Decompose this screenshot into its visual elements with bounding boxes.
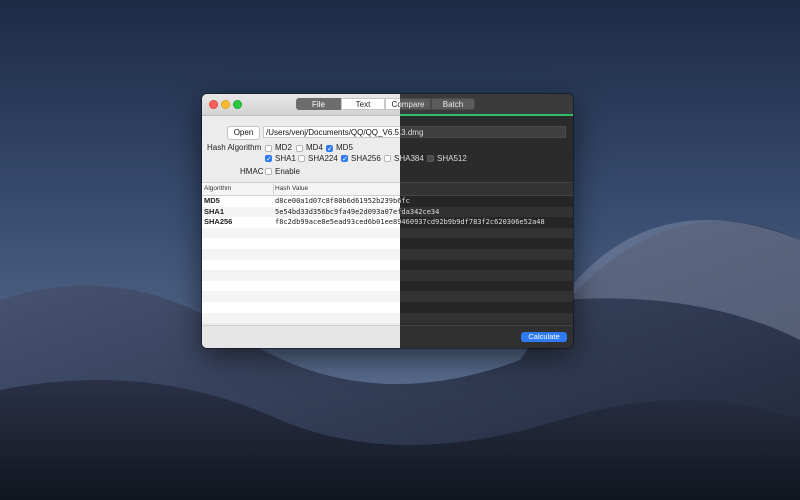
hash-window: File Text Compare Batch Open /Users/venj… bbox=[202, 94, 573, 348]
sha512-checkbox[interactable] bbox=[427, 155, 434, 162]
md2-label: MD2 bbox=[275, 143, 292, 152]
md4-checkbox[interactable] bbox=[296, 145, 303, 152]
sha1-checkbox[interactable]: ✓ bbox=[265, 155, 272, 163]
sha1-label: SHA1 bbox=[275, 154, 296, 163]
md2-checkbox[interactable] bbox=[265, 145, 272, 152]
algorithm-cell: SHA256 bbox=[204, 217, 233, 227]
algorithm-cell: SHA1 bbox=[204, 206, 225, 216]
column-divider[interactable] bbox=[273, 184, 274, 194]
hmac-enable-checkbox[interactable] bbox=[265, 168, 272, 175]
algorithm-column-header[interactable]: Algorithm bbox=[204, 183, 231, 195]
tab-text[interactable]: Text bbox=[341, 98, 385, 110]
zoom-button[interactable] bbox=[233, 100, 242, 109]
calculate-button[interactable]: Calculate bbox=[521, 332, 567, 342]
tab-batch[interactable]: Batch bbox=[431, 98, 475, 110]
tab-file[interactable]: File bbox=[296, 98, 341, 110]
close-button[interactable] bbox=[209, 100, 218, 109]
hmac-label: HMAC bbox=[240, 167, 264, 176]
sha256-checkbox[interactable]: ✓ bbox=[341, 155, 348, 163]
sha224-checkbox[interactable] bbox=[298, 155, 305, 162]
md4-label: MD4 bbox=[306, 143, 323, 152]
hash-column-header[interactable]: Hash Value bbox=[275, 183, 308, 195]
md5-label: MD5 bbox=[336, 143, 353, 152]
algorithm-cell: MD5 bbox=[204, 196, 220, 205]
hash-algorithm-label: Hash Algorithm bbox=[207, 143, 262, 152]
md5-checkbox[interactable]: ✓ bbox=[326, 145, 333, 153]
sha384-checkbox[interactable] bbox=[384, 155, 391, 162]
minimize-button[interactable] bbox=[221, 100, 230, 109]
sha224-label: SHA224 bbox=[308, 154, 338, 163]
hmac-enable-label: Enable bbox=[275, 167, 300, 176]
open-button[interactable]: Open bbox=[227, 126, 260, 140]
sha256-label: SHA256 bbox=[351, 154, 381, 163]
sha512-label: SHA512 bbox=[437, 154, 467, 163]
hash-cell: d8ce00a1d07c8f80b6d61952b239b6fc bbox=[275, 197, 410, 205]
